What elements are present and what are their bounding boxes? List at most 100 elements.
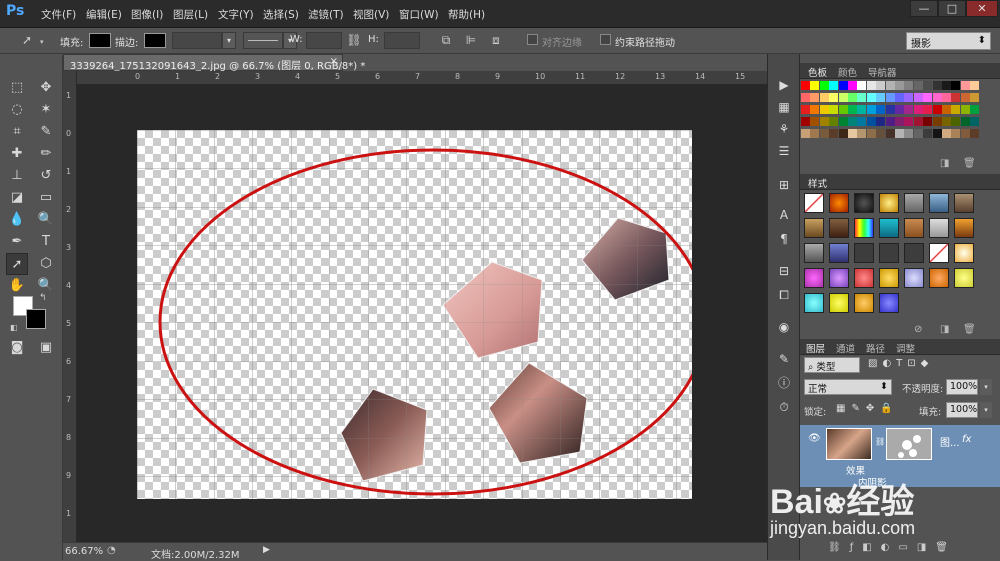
dodge-tool-icon[interactable]: 🔍 <box>35 209 57 231</box>
swatch-cell[interactable] <box>848 81 857 90</box>
kuler-icon[interactable]: ◉ <box>775 318 793 336</box>
fill-swatch[interactable] <box>89 33 111 48</box>
swatch-cell[interactable] <box>819 129 829 138</box>
brush-panel-icon[interactable]: ⊞ <box>775 176 793 194</box>
canvas[interactable] <box>137 130 692 499</box>
tab-channels[interactable]: 通道 <box>836 341 855 355</box>
swatch-cell[interactable] <box>923 105 933 114</box>
lock-icons[interactable]: ▦✎✥🔒 <box>836 403 899 414</box>
style-preset[interactable] <box>829 293 849 313</box>
style-preset[interactable] <box>854 193 874 213</box>
swatch-cell[interactable] <box>913 93 923 102</box>
path-arrangement-icon[interactable]: ⧈ <box>487 31 505 49</box>
menu-file[interactable]: 文件(F) <box>41 7 76 22</box>
opacity-field[interactable]: 100% <box>946 379 978 395</box>
eyedropper-tool-icon[interactable]: ✎ <box>35 121 57 143</box>
style-preset[interactable] <box>829 243 849 263</box>
type-tool-icon[interactable]: T <box>35 231 57 253</box>
tab-styles[interactable]: 样式 <box>808 176 827 190</box>
blend-mode-select[interactable]: 正常 ⬍ <box>804 379 892 395</box>
crop-tool-icon[interactable]: ⌗ <box>6 121 28 143</box>
style-preset[interactable] <box>804 193 824 213</box>
style-preset[interactable] <box>829 218 849 238</box>
adjust-icon[interactable]: ⚘ <box>775 120 793 138</box>
style-preset[interactable] <box>854 243 874 263</box>
tool-preset-arrow-icon[interactable]: ▾ <box>40 38 44 46</box>
swatch-cell[interactable] <box>857 81 867 90</box>
swatch-cell[interactable] <box>801 81 810 90</box>
swatch-cell[interactable] <box>885 117 895 126</box>
new-swatch-icon[interactable]: ◨ <box>940 158 949 169</box>
swatch-grid[interactable] <box>801 81 981 151</box>
close-window-button[interactable]: ✕ <box>966 0 998 17</box>
style-preset[interactable] <box>879 268 899 288</box>
swatch-cell[interactable] <box>876 81 886 90</box>
swatch-cell[interactable] <box>819 117 829 126</box>
layer-thumbnail[interactable] <box>826 428 872 460</box>
menu-help[interactable]: 帮助(H) <box>448 7 485 22</box>
swatch-cell[interactable] <box>876 93 886 102</box>
tab-layers[interactable]: 图层 <box>806 341 825 355</box>
style-preset[interactable] <box>954 243 974 263</box>
minimize-button[interactable]: — <box>910 0 938 17</box>
style-preset[interactable] <box>929 193 949 213</box>
swatch-cell[interactable] <box>923 117 933 126</box>
swatch-cell[interactable] <box>951 117 961 126</box>
fill-field[interactable]: 100% <box>946 402 978 418</box>
style-preset[interactable] <box>804 243 824 263</box>
swatch-cell[interactable] <box>942 93 951 102</box>
style-preset[interactable] <box>904 268 924 288</box>
swatch-cell[interactable] <box>848 117 857 126</box>
timeline-icon[interactable]: ⏱ <box>775 398 793 416</box>
swatch-cell[interactable] <box>895 129 904 138</box>
swatch-cell[interactable] <box>829 117 839 126</box>
swatch-cell[interactable] <box>838 105 848 114</box>
swap-colors-icon[interactable]: ↰ <box>39 293 47 303</box>
swatch-cell[interactable] <box>960 105 970 114</box>
swatch-cell[interactable] <box>951 93 961 102</box>
move-tool-icon[interactable]: ✥ <box>35 77 57 99</box>
properties-icon[interactable]: ☰ <box>775 142 793 160</box>
swatch-cell[interactable] <box>960 93 970 102</box>
swatch-cell[interactable] <box>885 93 895 102</box>
swatch-cell[interactable] <box>829 105 839 114</box>
align-edges-checkbox[interactable] <box>527 34 538 45</box>
swatch-cell[interactable] <box>913 105 923 114</box>
path-selection-tool-icon[interactable]: ➚ <box>6 253 28 275</box>
swatch-cell[interactable] <box>866 93 876 102</box>
layer-filter-icons[interactable]: ▨◐T⊡◆ <box>868 358 933 369</box>
swatch-cell[interactable] <box>923 129 933 138</box>
tab-color[interactable]: 颜色 <box>838 65 857 79</box>
paragraph-icon[interactable]: ¶ <box>775 230 793 248</box>
swatch-cell[interactable] <box>942 81 951 90</box>
style-preset[interactable] <box>954 193 974 213</box>
status-share-icon[interactable]: ◔ <box>107 545 116 556</box>
swatch-cell[interactable] <box>866 117 876 126</box>
pen-tool-icon[interactable]: ✒ <box>6 231 28 253</box>
swatch-cell[interactable] <box>876 105 886 114</box>
swatch-cell[interactable] <box>810 129 820 138</box>
style-preset[interactable] <box>929 268 949 288</box>
style-preset[interactable] <box>954 218 974 238</box>
tab-adjustments[interactable]: 调整 <box>896 341 915 355</box>
swatch-cell[interactable] <box>885 81 895 90</box>
constrain-path-checkbox[interactable] <box>600 34 611 45</box>
tab-swatches[interactable]: 色板 <box>808 65 827 79</box>
style-preset[interactable] <box>954 268 974 288</box>
swatch-cell[interactable] <box>895 117 904 126</box>
swatch-cell[interactable] <box>810 117 820 126</box>
swatch-cell[interactable] <box>904 117 914 126</box>
swatch-cell[interactable] <box>913 81 923 90</box>
layer-name[interactable]: 图... <box>940 434 960 449</box>
swatch-cell[interactable] <box>970 129 980 138</box>
style-preset[interactable] <box>929 243 949 263</box>
swatch-cell[interactable] <box>819 93 829 102</box>
style-preset[interactable] <box>879 218 899 238</box>
horizontal-ruler[interactable]: 0 1 2 3 4 5 6 7 8 9 10 11 12 13 14 15 <box>63 71 767 85</box>
swatch-cell[interactable] <box>923 81 933 90</box>
menu-type[interactable]: 文字(Y) <box>218 7 254 22</box>
swatch-cell[interactable] <box>848 93 857 102</box>
swatch-cell[interactable] <box>895 81 904 90</box>
brush-tool-icon[interactable]: ✏ <box>35 143 57 165</box>
stroke-width-dropdown-icon[interactable]: ▾ <box>222 32 236 49</box>
